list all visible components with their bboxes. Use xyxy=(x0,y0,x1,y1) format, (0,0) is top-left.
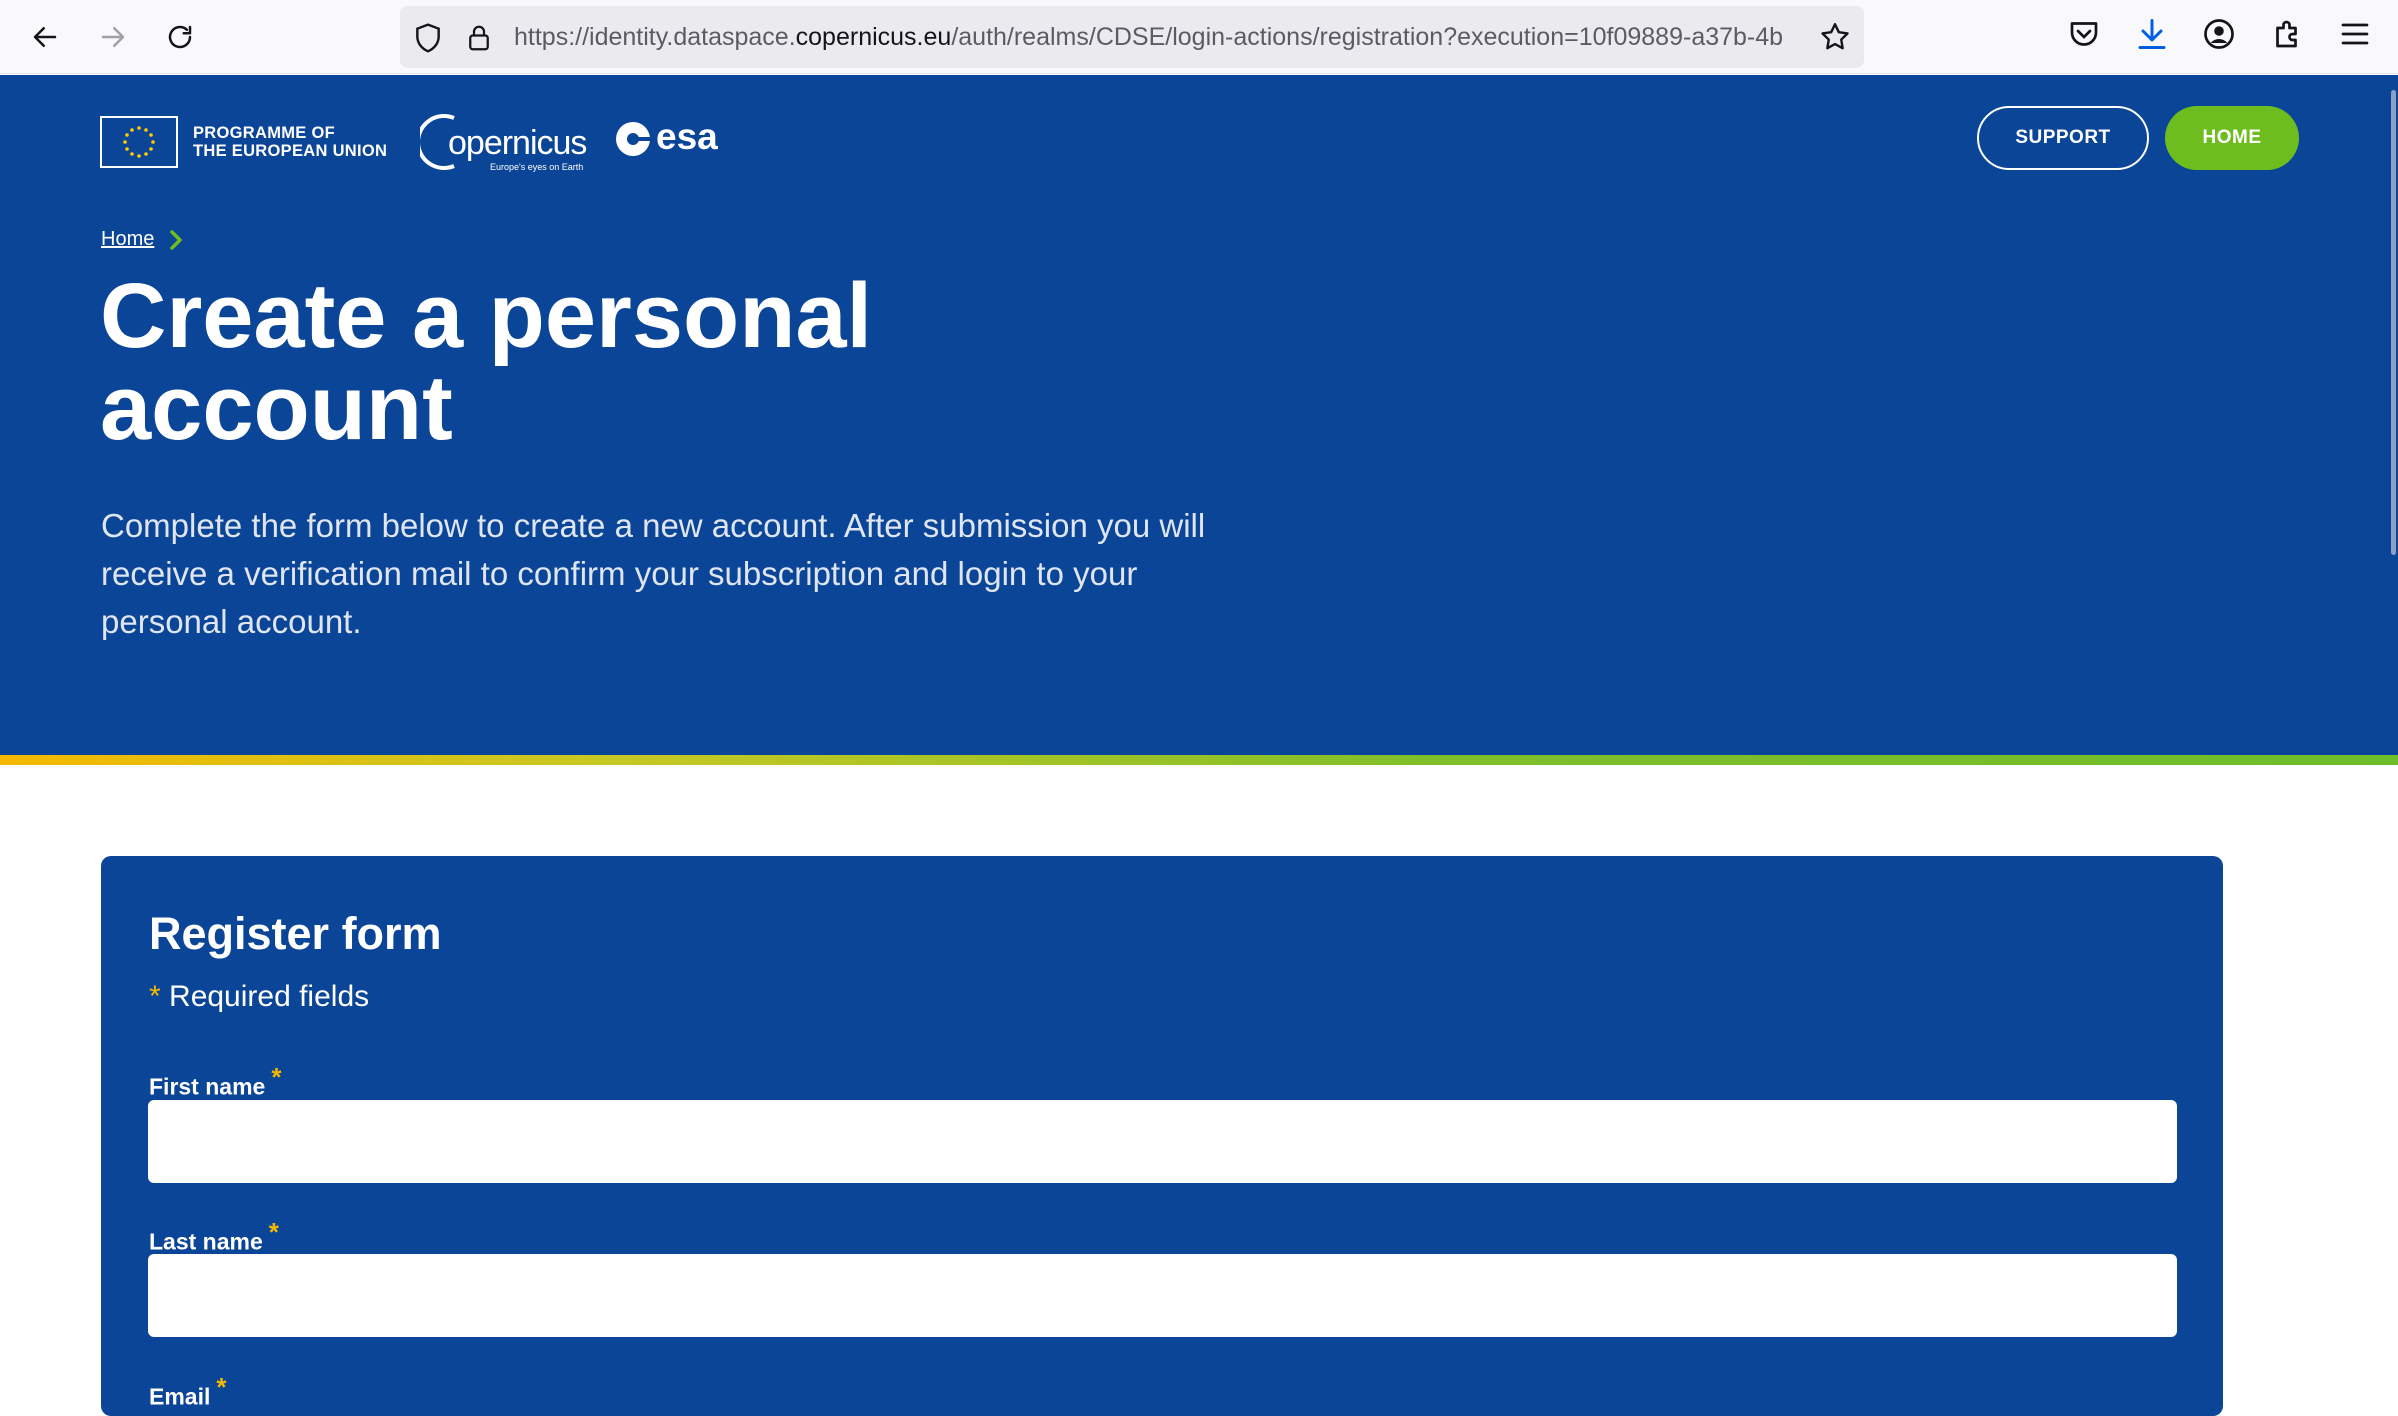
required-asterisk: * xyxy=(268,1217,279,1247)
lock-icon[interactable] xyxy=(464,22,494,54)
support-button[interactable]: SUPPORT xyxy=(1977,106,2149,170)
esa-wordmark: esa xyxy=(656,116,718,157)
pocket-icon xyxy=(2070,22,2098,46)
hamburger-menu-icon xyxy=(2341,23,2369,45)
eu-text-line1: PROGRAMME OF xyxy=(193,124,336,142)
copernicus-tagline: Europe's eyes on Earth xyxy=(490,162,584,172)
puzzle-icon xyxy=(2276,20,2297,48)
esa-logo-mark[interactable] xyxy=(616,122,650,156)
back-button[interactable] xyxy=(22,14,68,60)
form-title: Register form xyxy=(149,908,442,959)
account-icon xyxy=(2204,19,2234,49)
eu-text-line2: THE EUROPEAN UNION xyxy=(193,142,388,160)
menu-button[interactable] xyxy=(2337,16,2373,52)
downloads-button[interactable] xyxy=(2134,16,2170,52)
home-button[interactable]: HOME xyxy=(2165,106,2299,170)
page-title: Create a personal account xyxy=(100,265,873,459)
last-name-field[interactable] xyxy=(148,1254,2177,1337)
chevron-right-icon xyxy=(170,229,183,250)
last-name-label-text: Last name xyxy=(149,1228,263,1255)
intro-text: Complete the form below to create a new … xyxy=(101,507,1206,640)
bookmark-star-icon[interactable] xyxy=(1818,20,1852,54)
reload-button[interactable] xyxy=(157,14,203,60)
arrow-right-icon xyxy=(101,27,125,47)
first-name-label: First name * xyxy=(149,1062,281,1101)
eu-flag-logo[interactable] xyxy=(100,116,178,168)
url-path: /auth/realms/CDSE/login-actions/registra… xyxy=(951,23,1784,51)
download-icon xyxy=(2138,19,2166,49)
required-fields-note: * Required fields xyxy=(149,980,369,1014)
breadcrumb: Home xyxy=(101,228,184,251)
gradient-divider xyxy=(0,755,2398,765)
url-text[interactable]: https://identity.dataspace.copernicus.eu… xyxy=(514,6,1804,68)
page-scrollbar[interactable] xyxy=(2391,90,2396,555)
breadcrumb-home-link[interactable]: Home xyxy=(101,228,154,251)
forward-button[interactable] xyxy=(90,14,136,60)
first-name-field[interactable] xyxy=(148,1100,2177,1183)
register-form-card: Register form * Required fields First na… xyxy=(101,856,2223,1416)
first-name-label-text: First name xyxy=(149,1073,266,1100)
email-label-text: Email xyxy=(149,1383,211,1410)
copernicus-wordmark: opernicus xyxy=(448,124,587,162)
browser-toolbar: https://identity.dataspace.copernicus.eu… xyxy=(0,0,2398,74)
esa-eye-icon xyxy=(627,133,650,145)
eu-programme-text: PROGRAMME OF THE EUROPEAN UNION xyxy=(193,124,387,160)
url-domain: copernicus.eu xyxy=(795,23,952,51)
pocket-button[interactable] xyxy=(2066,16,2102,52)
required-asterisk: * xyxy=(216,1372,227,1402)
required-asterisk: * xyxy=(271,1062,282,1092)
url-prefix: https://identity.dataspace. xyxy=(514,23,796,51)
arrow-left-icon xyxy=(33,27,57,47)
required-note-text: Required fields xyxy=(160,980,370,1013)
last-name-label: Last name * xyxy=(149,1217,279,1256)
eu-stars-icon xyxy=(123,126,155,158)
url-bar[interactable]: https://identity.dataspace.copernicus.eu… xyxy=(400,6,1864,68)
reload-icon xyxy=(168,25,192,49)
email-label: Email * xyxy=(149,1372,227,1411)
required-asterisk: * xyxy=(149,980,161,1013)
extensions-button[interactable] xyxy=(2270,16,2306,52)
shield-icon[interactable] xyxy=(412,22,444,54)
account-button[interactable] xyxy=(2201,16,2237,52)
